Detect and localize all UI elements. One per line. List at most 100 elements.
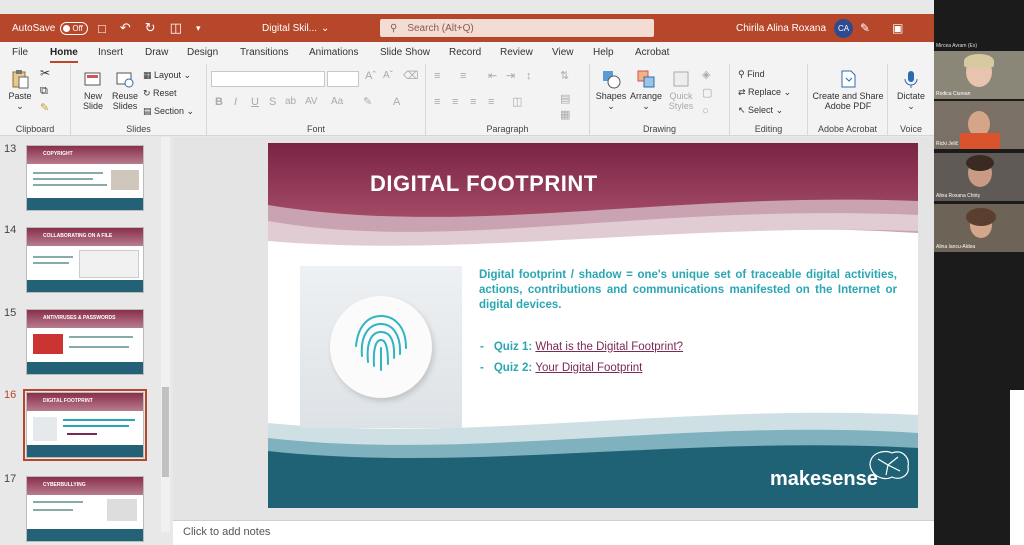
arrange-button[interactable]: Arrange ⌄: [628, 69, 664, 111]
underline-icon[interactable]: U: [251, 97, 259, 108]
present-icon[interactable]: ◫: [170, 20, 182, 36]
strikethrough-icon[interactable]: S: [269, 97, 276, 108]
highlight-icon[interactable]: ✎: [363, 97, 372, 108]
increase-font-icon[interactable]: Aˆ: [365, 71, 376, 82]
section-button[interactable]: ▤ Section ⌄: [143, 106, 194, 116]
new-slide-icon: [84, 72, 101, 86]
search-box[interactable]: ⚲ Search (Alt+Q): [380, 19, 654, 37]
pdf-icon: [841, 70, 856, 88]
font-group: Aˆ Aˇ ⌫ B I U S ab AV Aa ✎ A Font: [207, 64, 426, 136]
select-button[interactable]: ↖ Select ⌄: [738, 105, 783, 115]
participant-tile[interactable]: Alina Iancu-Aldea: [934, 204, 1024, 252]
clear-formatting-icon[interactable]: ⌫: [403, 71, 419, 82]
clipboard-group: Paste ⌄ ✂ ⧉ ✎ Clipboard: [0, 64, 71, 136]
avatar[interactable]: CA: [834, 18, 854, 38]
find-button[interactable]: ⚲ Find: [738, 69, 765, 79]
copy-icon[interactable]: ⧉: [40, 86, 48, 97]
document-filename[interactable]: Digital Skil...: [262, 23, 317, 34]
tab-review[interactable]: Review: [500, 47, 533, 58]
format-painter-icon[interactable]: ✎: [40, 103, 49, 114]
user-name[interactable]: Chirila Alina Roxana: [736, 23, 826, 34]
tab-draw[interactable]: Draw: [145, 47, 168, 58]
redo-icon[interactable]: ↻: [145, 20, 156, 36]
align-left-icon[interactable]: ≡: [434, 97, 440, 108]
bold-icon[interactable]: B: [215, 97, 223, 108]
quick-styles-button[interactable]: Quick Styles: [666, 69, 696, 111]
paragraph-label: Paragraph: [486, 124, 529, 134]
tab-slide-show[interactable]: Slide Show: [380, 47, 430, 58]
align-center-icon[interactable]: ≡: [452, 97, 458, 108]
slide-thumbnail-13[interactable]: COPYRIGHT: [26, 145, 144, 211]
font-label: Font: [306, 124, 325, 134]
tab-design[interactable]: Design: [187, 47, 218, 58]
autosave-toggle[interactable]: Off: [60, 21, 89, 35]
cut-icon[interactable]: ✂: [40, 67, 50, 79]
slide-thumbnail-15[interactable]: ANTIVIRUSES & PASSWORDS: [26, 309, 144, 375]
slide-title[interactable]: DIGITAL FOOTPRINT: [370, 171, 598, 197]
shape-outline-icon[interactable]: ▢: [702, 88, 712, 99]
tab-help[interactable]: Help: [593, 47, 614, 58]
participant-tile[interactable]: Ricki Jelič: [934, 101, 1024, 149]
participant-name: Alina Roxana Chiriș: [936, 193, 980, 199]
increase-indent-icon[interactable]: ⇥: [506, 71, 515, 82]
tab-record[interactable]: Record: [449, 47, 481, 58]
font-color-icon[interactable]: A: [393, 97, 400, 108]
slide-thumbnail-14[interactable]: COLLABORATING ON A FILE: [26, 227, 144, 293]
change-case-icon[interactable]: Aa: [331, 97, 343, 107]
smartart-icon[interactable]: ▦: [560, 110, 570, 121]
line-spacing-icon[interactable]: ↕: [526, 71, 532, 82]
current-slide[interactable]: DIGITAL FOOTPRINT Digital footprint / sh…: [268, 143, 918, 508]
reset-button[interactable]: ↻ Reset: [143, 88, 177, 98]
shadow-icon[interactable]: ab: [285, 97, 296, 107]
thumbnails-scrollbar[interactable]: [161, 137, 170, 532]
ribbon-display-icon[interactable]: ▣: [892, 21, 903, 35]
paste-button[interactable]: Paste ⌄: [6, 69, 34, 111]
tab-view[interactable]: View: [552, 47, 574, 58]
character-spacing-icon[interactable]: AV: [305, 97, 318, 107]
tab-animations[interactable]: Animations: [309, 47, 358, 58]
chevron-down-icon[interactable]: ⌄: [321, 23, 329, 34]
decrease-indent-icon[interactable]: ⇤: [488, 71, 497, 82]
layout-button[interactable]: ▦ Layout ⌄: [143, 70, 191, 80]
slide-thumbnail-16[interactable]: DIGITAL FOOTPRINT: [23, 389, 147, 461]
align-right-icon[interactable]: ≡: [470, 97, 476, 108]
clipboard-label: Clipboard: [15, 124, 55, 134]
quiz-1-link[interactable]: What is the Digital Footprint?: [535, 341, 683, 353]
shape-effects-icon[interactable]: ○: [702, 106, 709, 117]
italic-icon[interactable]: I: [234, 97, 237, 108]
font-family-select[interactable]: [211, 71, 325, 87]
text-direction-icon[interactable]: ⇅: [560, 71, 569, 82]
tab-home[interactable]: Home: [50, 47, 78, 63]
paste-icon: [12, 70, 29, 89]
slide-number: 13: [4, 143, 17, 155]
decrease-font-icon[interactable]: Aˇ: [383, 71, 393, 81]
customize-qat-icon[interactable]: ▾: [196, 23, 201, 34]
notes-pane[interactable]: Click to add notes: [173, 520, 934, 545]
new-slide-button[interactable]: New Slide: [79, 69, 107, 111]
columns-icon[interactable]: ◫: [512, 97, 522, 108]
participant-tile[interactable]: Rodica Ciurean: [934, 51, 1024, 99]
replace-button[interactable]: ⇄ Replace ⌄: [738, 87, 791, 97]
create-share-pdf-button[interactable]: Create and Share Adobe PDF: [812, 69, 884, 111]
justify-icon[interactable]: ≡: [488, 97, 494, 108]
participant-tile[interactable]: Alina Roxana Chiriș: [934, 153, 1024, 201]
tab-file[interactable]: File: [12, 47, 28, 58]
undo-icon[interactable]: ↶: [120, 20, 131, 36]
tab-insert[interactable]: Insert: [98, 47, 123, 58]
numbering-icon[interactable]: ≡: [460, 71, 466, 82]
tab-acrobat[interactable]: Acrobat: [635, 47, 669, 58]
shape-fill-icon[interactable]: ◈: [702, 70, 710, 81]
slide-body-text[interactable]: Digital footprint / shadow = one's uniqu…: [479, 268, 897, 313]
quiz-2-link[interactable]: Your Digital Footprint: [535, 362, 642, 374]
slide-thumbnail-17[interactable]: CYBERBULLYING: [26, 476, 144, 542]
shapes-button[interactable]: Shapes ⌄: [594, 69, 628, 111]
align-text-icon[interactable]: ▤: [560, 94, 570, 105]
save-icon[interactable]: □: [98, 21, 106, 36]
dictate-button[interactable]: Dictate ⌄: [894, 69, 928, 111]
bullets-icon[interactable]: ≡: [434, 71, 440, 82]
tab-transitions[interactable]: Transitions: [240, 47, 289, 58]
font-size-select[interactable]: [327, 71, 359, 87]
reuse-slides-button[interactable]: Reuse Slides: [110, 69, 140, 111]
pen-icon[interactable]: ✎: [860, 21, 870, 35]
ribbon: Paste ⌄ ✂ ⧉ ✎ Clipboard New Slide Reuse S…: [0, 64, 934, 136]
